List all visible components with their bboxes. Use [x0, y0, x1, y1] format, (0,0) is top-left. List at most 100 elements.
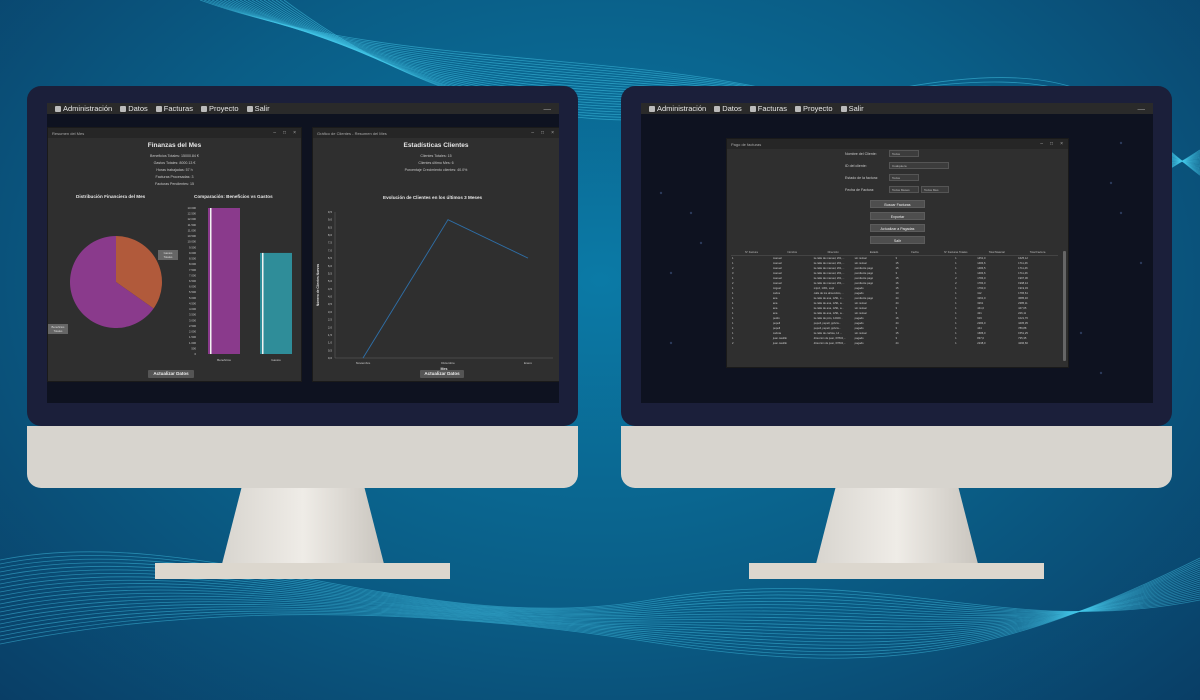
- client-name-select[interactable]: Todos: [889, 150, 919, 157]
- x-tick-label: Enero: [524, 361, 532, 365]
- search-invoices-button[interactable]: Buscar Facturas: [870, 200, 925, 208]
- y-tick-label: 6.000: [189, 285, 196, 289]
- menu-salir[interactable]: Salir: [246, 104, 270, 113]
- maximize-icon[interactable]: □: [1050, 141, 1053, 147]
- menu-administracion[interactable]: Administración: [55, 104, 112, 113]
- y-tick-label: 9,0: [328, 218, 333, 222]
- y-tick-label: 7.000: [189, 273, 196, 277]
- menu-facturas[interactable]: Facturas: [749, 104, 787, 113]
- minimize-icon[interactable]: –: [1040, 141, 1043, 147]
- table-cell: 2238,0: [977, 342, 986, 345]
- bar: [260, 252, 292, 354]
- invoice-table-container: Nº Factura Nombre Dirección Estado Fecha Nº F…: [731, 249, 1062, 365]
- invoice-status-select[interactable]: Todos: [889, 174, 919, 181]
- y-tick-label: 6,5: [328, 256, 333, 260]
- bar-chart: 0 5001.000 1.5002.000 2.500 3.0003.500 4.000 4…: [187, 206, 292, 362]
- data-icon: [120, 105, 127, 112]
- menu-salir[interactable]: Salir: [840, 104, 864, 113]
- date-to-select[interactable]: Todos Mes: [921, 186, 949, 193]
- invoice-status-label: Estado de la factura:: [845, 176, 878, 180]
- menu-facturas[interactable]: Facturas: [155, 104, 193, 113]
- exit-button[interactable]: Salir: [870, 236, 925, 244]
- monitor-neck: [816, 488, 978, 564]
- exit-icon: [246, 105, 253, 112]
- y-tick-label: 9,5: [328, 210, 333, 214]
- page-title: Finanzas del Mes: [147, 142, 202, 149]
- invoice-icon: [749, 105, 756, 112]
- y-tick-label: 3.000: [189, 318, 196, 322]
- mark-paid-button[interactable]: Actualizar a Pagadas: [870, 224, 925, 232]
- table-cell: 44: [895, 342, 899, 345]
- y-axis-label: Número de Clientes Nuevos: [316, 264, 320, 307]
- y-tick-label: 5.500: [189, 290, 196, 294]
- minimize-icon[interactable]: —: [544, 104, 552, 113]
- background-dot: [669, 271, 673, 275]
- table-cell: 2: [732, 342, 734, 345]
- table-row[interactable]: 2 juan castillo direccion de juan, 67834,.…: [731, 341, 1058, 346]
- close-icon[interactable]: ×: [551, 130, 554, 136]
- y-tick-label: 6,0: [328, 264, 333, 268]
- y-tick-label: 1,0: [328, 341, 333, 345]
- x-tick-label: Beneficios: [217, 358, 231, 362]
- bar-highlight: [262, 252, 264, 354]
- y-tick-label: 13.000: [187, 206, 196, 210]
- y-tick-label: 0: [194, 352, 196, 356]
- maximize-icon[interactable]: □: [541, 130, 544, 136]
- table-scrollbar[interactable]: [1063, 251, 1066, 361]
- update-data-button[interactable]: Actualizar Datos: [148, 370, 194, 378]
- invoice-date-label: Fecha de Factura:: [845, 188, 875, 192]
- y-tick-label: 4.000: [189, 307, 196, 311]
- x-tick-label: Diciembre: [441, 361, 455, 365]
- y-tick-label: 2,5: [328, 318, 333, 322]
- menu-proyecto[interactable]: Proyecto: [200, 104, 239, 113]
- finance-stats: Beneficios Totales: 15000.84 € Gastos To…: [150, 154, 199, 186]
- y-tick-label: 5,0: [328, 279, 333, 283]
- menu-administracion[interactable]: Administración: [649, 104, 706, 113]
- close-icon[interactable]: ×: [1060, 141, 1063, 147]
- background-dot: [1119, 211, 1123, 215]
- table-cell: 4296,66: [1018, 342, 1028, 345]
- y-tick-label: 9.500: [189, 245, 196, 249]
- export-button[interactable]: Exportar: [870, 212, 925, 220]
- monitor-chin: [621, 426, 1172, 488]
- minimize-icon[interactable]: –: [273, 130, 276, 136]
- menu-proyecto[interactable]: Proyecto: [794, 104, 833, 113]
- bar-title: Comparación: Beneficios vs Gastos: [194, 194, 273, 199]
- client-id-field[interactable]: Cualquiera: [889, 162, 949, 169]
- y-tick-label: 9.000: [189, 251, 196, 255]
- y-tick-label: 3,5: [328, 302, 333, 306]
- menu-datos[interactable]: Datos: [120, 104, 148, 113]
- svg-text:Totales: Totales: [164, 255, 173, 259]
- date-from-select[interactable]: Todos Meses: [889, 186, 919, 193]
- background-dot: [1139, 261, 1143, 265]
- background-dot: [1119, 141, 1123, 145]
- project-icon: [200, 105, 207, 112]
- minimize-icon[interactable]: —: [1138, 104, 1146, 113]
- invoice-window: Pago de facturas – □ × Nombre del Cliente:…: [726, 138, 1069, 368]
- update-data-button[interactable]: Actualizar Datos: [420, 370, 464, 378]
- menu-bar: Administración Datos Facturas Proyecto S…: [47, 103, 559, 114]
- y-tick-label: 12.000: [187, 217, 196, 221]
- y-tick-label: 2,0: [328, 325, 333, 329]
- y-tick-label: 12.500: [187, 212, 196, 216]
- bar-highlight: [210, 208, 212, 354]
- y-tick-label: 500: [191, 346, 196, 350]
- y-tick-label: 3,0: [328, 310, 333, 314]
- menu-bar: Administración Datos Facturas Proyecto S…: [641, 103, 1153, 114]
- y-tick-label: 5,5: [328, 271, 333, 275]
- y-tick-label: 8.500: [189, 257, 196, 261]
- close-icon[interactable]: ×: [293, 130, 296, 136]
- maximize-icon[interactable]: □: [283, 130, 286, 136]
- menu-datos[interactable]: Datos: [714, 104, 742, 113]
- clients-window: Gráfico de Clientes - Resumen del Mes – □…: [312, 127, 559, 382]
- x-tick-label: Noviembre: [356, 361, 371, 365]
- window-titlebar: Pago de facturas – □ ×: [727, 139, 1068, 149]
- monitor-neck: [222, 488, 384, 564]
- exit-icon: [840, 105, 847, 112]
- y-tick-label: 1,5: [328, 333, 333, 337]
- background-dot: [689, 211, 693, 215]
- line-chart: 0,0 0,5 1,0 1,5 2,0 2,5 3,0 3,5 4,0 4,5 5,0 5,5 6,0 6…: [316, 210, 553, 370]
- y-tick-label: 2.500: [189, 324, 196, 328]
- minimize-icon[interactable]: –: [531, 130, 534, 136]
- project-icon: [794, 105, 801, 112]
